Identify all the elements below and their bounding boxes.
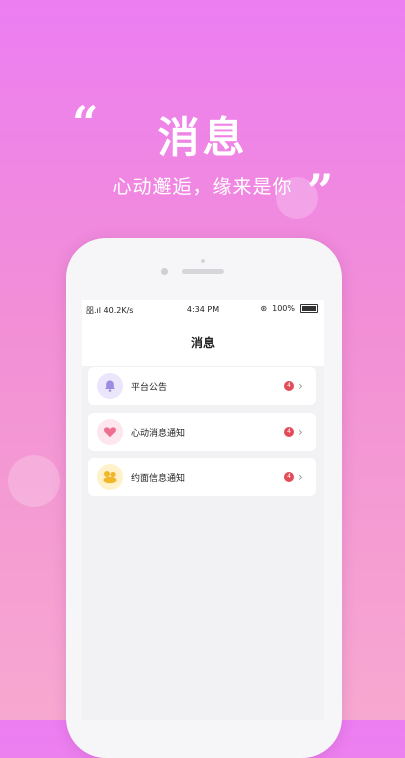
chevron-right-icon: › <box>298 470 303 484</box>
battery-percent: 100% <box>272 304 295 313</box>
promo-tagline: 心动邂逅，缘来是你 <box>112 176 293 198</box>
decor-bubble <box>8 455 60 507</box>
bell-icon <box>97 373 123 399</box>
sensor-dot <box>201 259 205 263</box>
unread-badge: 4 <box>284 472 294 482</box>
earpiece-speaker <box>182 269 224 274</box>
unread-badge: 4 <box>284 381 294 391</box>
rotation-lock-icon: ⊛ <box>260 304 268 313</box>
chevron-right-icon: › <box>298 379 303 393</box>
coin-icon <box>97 464 123 490</box>
unread-badge: 4 <box>284 427 294 437</box>
message-item-label: 平台公告 <box>131 382 168 393</box>
message-item-label: 心动消息通知 <box>131 428 186 439</box>
page-title: 消息 <box>82 320 324 366</box>
phone-screen: 㗊.ıl 40.2K/s 4:34 PM ⊛ 100% 消息 平台公告 4 › … <box>82 300 324 720</box>
message-item-heart-notice[interactable]: 心动消息通知 4 › <box>88 413 316 451</box>
battery-icon <box>300 304 318 313</box>
chevron-right-icon: › <box>298 425 303 439</box>
status-bar: 㗊.ıl 40.2K/s 4:34 PM ⊛ 100% <box>82 300 324 320</box>
message-item-label: 约面信息通知 <box>131 473 186 484</box>
close-quote-mark: ” <box>307 164 334 218</box>
promo-headline: 消息 <box>157 113 248 162</box>
message-item-date-notice[interactable]: 约面信息通知 4 › <box>88 458 316 496</box>
message-item-platform-notice[interactable]: 平台公告 4 › <box>88 367 316 405</box>
heart-icon <box>97 419 123 445</box>
front-camera <box>161 268 168 275</box>
